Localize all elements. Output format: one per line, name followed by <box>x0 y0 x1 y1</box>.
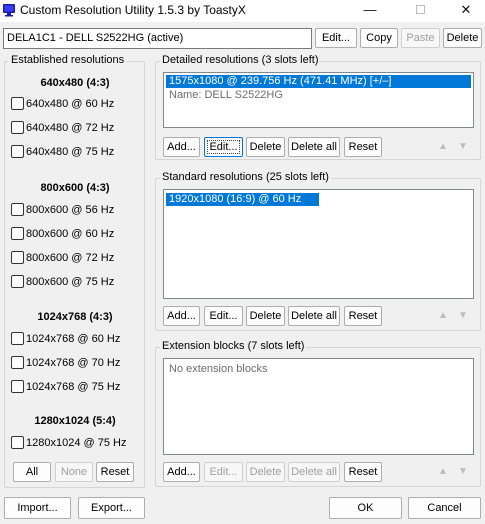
move-down-icon[interactable]: ▼ <box>455 464 471 480</box>
checkbox-1024x768-75[interactable]: 1024x768 @ 75 Hz <box>11 380 120 396</box>
checkbox-box[interactable] <box>11 436 24 449</box>
extension-delete-button[interactable]: Delete <box>246 462 285 482</box>
extension-add-button[interactable]: Add... <box>163 462 200 482</box>
extension-edit-button[interactable]: Edit... <box>204 462 243 482</box>
detailed-reset-button[interactable]: Reset <box>344 137 382 157</box>
group-heading-1280x1024: 1280x1024 (5:4) <box>34 415 116 427</box>
move-up-icon[interactable]: ▲ <box>435 464 451 480</box>
standard-resolutions-list[interactable]: 1920x1080 (16:9) @ 60 Hz <box>163 189 474 299</box>
checkbox-box[interactable] <box>11 145 24 158</box>
detailed-edit-button[interactable]: Edit... <box>204 137 243 157</box>
checkbox-box[interactable] <box>11 227 24 240</box>
select-none-button[interactable]: None <box>55 462 93 482</box>
checkbox-640x480-60[interactable]: 640x480 @ 60 Hz <box>11 97 114 113</box>
detailed-add-button[interactable]: Add... <box>163 137 200 157</box>
standard-reset-button[interactable]: Reset <box>344 306 382 326</box>
group-heading-1024x768: 1024x768 (4:3) <box>37 311 113 323</box>
checkbox-1024x768-60[interactable]: 1024x768 @ 60 Hz <box>11 332 120 348</box>
checkbox-1280x1024-75[interactable]: 1280x1024 @ 75 Hz <box>11 436 126 452</box>
title-bar: Custom Resolution Utility 1.5.3 by Toast… <box>0 0 485 22</box>
checkbox-640x480-75[interactable]: 640x480 @ 75 Hz <box>11 145 114 161</box>
extension-blocks-list[interactable]: No extension blocks <box>163 358 474 455</box>
checkbox-800x600-60[interactable]: 800x600 @ 60 Hz <box>11 227 114 243</box>
standard-edit-button[interactable]: Edit... <box>204 306 243 326</box>
checkbox-800x600-75[interactable]: 800x600 @ 75 Hz <box>11 275 114 291</box>
extension-reset-button[interactable]: Reset <box>344 462 382 482</box>
checkbox-box[interactable] <box>11 121 24 134</box>
maximize-button[interactable] <box>397 0 443 22</box>
detailed-delete-all-button[interactable]: Delete all <box>288 137 340 157</box>
list-item[interactable]: 1920x1080 (16:9) @ 60 Hz <box>166 193 319 206</box>
checkbox-box[interactable] <box>11 203 24 216</box>
checkbox-box[interactable] <box>11 251 24 264</box>
paste-button[interactable]: Paste <box>401 28 440 48</box>
list-item[interactable]: Name: DELL S2522HG <box>166 89 286 102</box>
checkbox-800x600-56[interactable]: 800x600 @ 56 Hz <box>11 203 114 219</box>
detailed-delete-button[interactable]: Delete <box>246 137 285 157</box>
empty-list-text: No extension blocks <box>169 363 268 375</box>
delete-monitor-button[interactable]: Delete <box>443 28 482 48</box>
established-resolutions-title: Established resolutions <box>9 54 127 66</box>
ok-button[interactable]: OK <box>329 497 402 519</box>
checkbox-box[interactable] <box>11 356 24 369</box>
standard-resolutions-title: Standard resolutions (25 slots left) <box>160 171 331 183</box>
list-item[interactable]: 1575x1080 @ 239.756 Hz (471.41 MHz) [+/–… <box>166 75 471 88</box>
group-heading-800x600: 800x600 (4:3) <box>40 182 110 194</box>
checkbox-box[interactable] <box>11 380 24 393</box>
standard-add-button[interactable]: Add... <box>163 306 200 326</box>
checkbox-box[interactable] <box>11 332 24 345</box>
minimize-button[interactable]: — <box>347 0 393 22</box>
import-button[interactable]: Import... <box>4 497 71 519</box>
established-reset-button[interactable]: Reset <box>96 462 134 482</box>
maximize-icon <box>415 5 425 14</box>
cancel-button[interactable]: Cancel <box>408 497 481 519</box>
checkbox-box[interactable] <box>11 97 24 110</box>
copy-button[interactable]: Copy <box>360 28 398 48</box>
detailed-resolutions-list[interactable]: 1575x1080 @ 239.756 Hz (471.41 MHz) [+/–… <box>163 72 474 128</box>
detailed-resolutions-title: Detailed resolutions (3 slots left) <box>160 54 321 66</box>
monitor-icon <box>3 4 15 17</box>
move-down-icon[interactable]: ▼ <box>455 308 471 324</box>
standard-delete-button[interactable]: Delete <box>246 306 285 326</box>
standard-delete-all-button[interactable]: Delete all <box>288 306 340 326</box>
edit-monitor-button[interactable]: Edit... <box>315 28 357 48</box>
checkbox-1024x768-70[interactable]: 1024x768 @ 70 Hz <box>11 356 120 372</box>
group-heading-640x480: 640x480 (4:3) <box>40 77 110 89</box>
extension-blocks-title: Extension blocks (7 slots left) <box>160 340 307 352</box>
monitor-select[interactable]: DELA1C1 - DELL S2522HG (active) <box>3 28 312 49</box>
checkbox-800x600-72[interactable]: 800x600 @ 72 Hz <box>11 251 114 267</box>
checkbox-640x480-72[interactable]: 640x480 @ 72 Hz <box>11 121 114 137</box>
window-title: Custom Resolution Utility 1.5.3 by Toast… <box>20 3 246 17</box>
checkbox-box[interactable] <box>11 275 24 288</box>
move-up-icon[interactable]: ▲ <box>435 308 451 324</box>
move-up-icon[interactable]: ▲ <box>435 139 451 155</box>
select-all-button[interactable]: All <box>13 462 51 482</box>
extension-delete-all-button[interactable]: Delete all <box>288 462 340 482</box>
move-down-icon[interactable]: ▼ <box>455 139 471 155</box>
export-button[interactable]: Export... <box>78 497 145 519</box>
close-button[interactable]: ✕ <box>443 0 485 22</box>
